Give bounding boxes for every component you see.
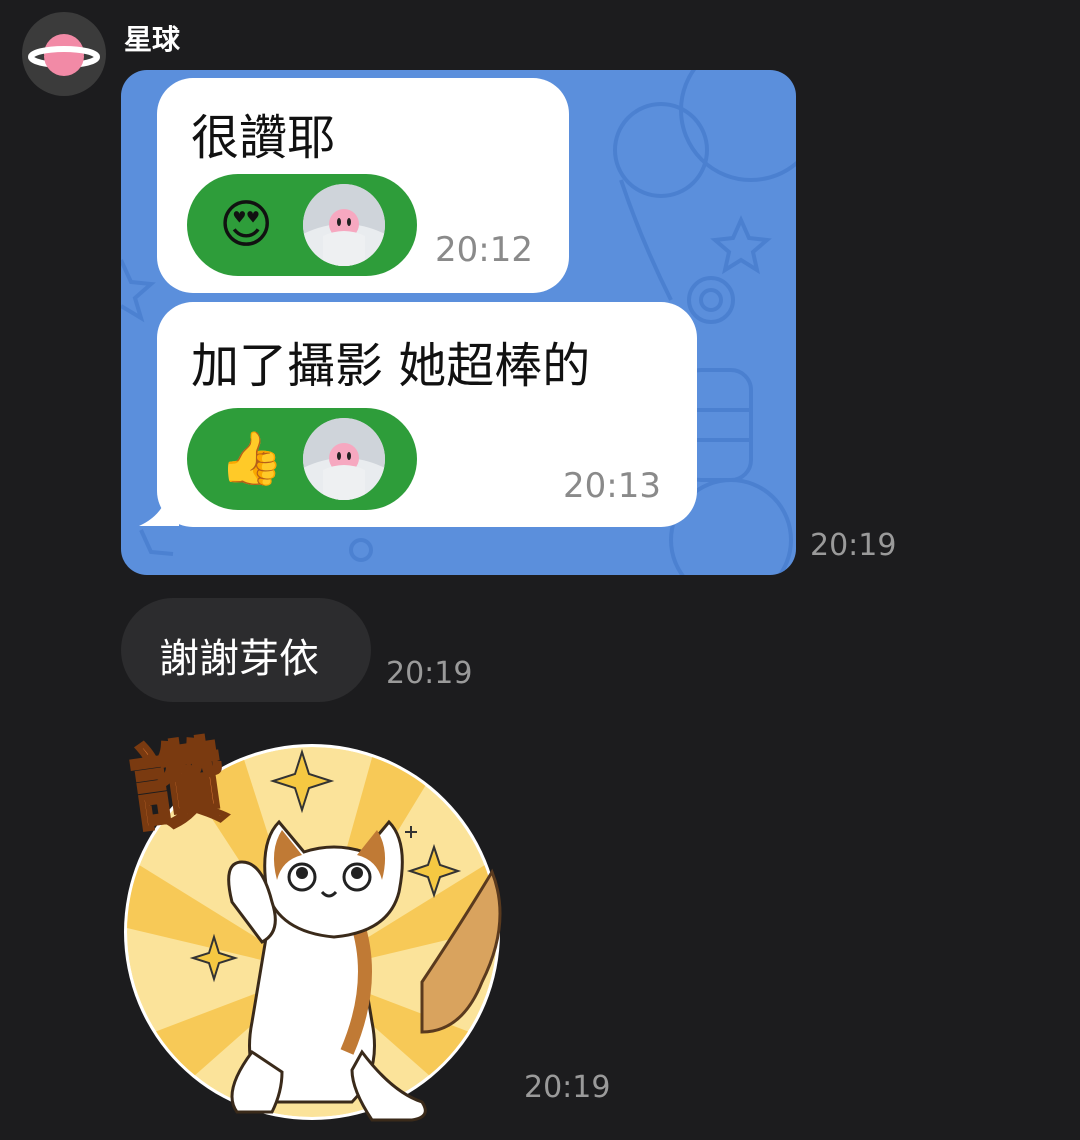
screenshot-message-text: 很讚耶 xyxy=(191,110,336,166)
screenshot-image[interactable]: 很讚耶 😍 20:12 加了攝影 她超棒的 👍 20:13 xyxy=(121,70,796,575)
screenshot-message-bubble: 加了攝影 她超棒的 👍 20:13 xyxy=(157,302,697,527)
sender-avatar[interactable] xyxy=(22,12,106,96)
message-time: 20:19 xyxy=(524,1070,611,1105)
reaction-pill: 👍 xyxy=(187,408,417,510)
screenshot-message-time: 20:13 xyxy=(563,466,661,506)
kirby-icon xyxy=(303,184,385,266)
sender-name[interactable]: 星球 xyxy=(124,18,180,58)
reaction-pill: 😍 xyxy=(187,174,417,276)
screenshot-message-text: 加了攝影 她超棒的 xyxy=(191,338,591,394)
incoming-message-bubble[interactable]: 謝謝芽依 xyxy=(121,598,371,702)
cat-sticker[interactable]: 讚 xyxy=(122,722,512,1122)
screenshot-message-time: 20:12 xyxy=(435,230,533,270)
screenshot-message-bubble: 很讚耶 😍 20:12 xyxy=(157,78,569,293)
planet-icon xyxy=(28,34,100,76)
heart-eyes-emoji: 😍 xyxy=(219,195,274,255)
kirby-avatar xyxy=(303,418,385,500)
message-time: 20:19 xyxy=(386,656,473,691)
message-time: 20:19 xyxy=(810,528,897,563)
sticker-text: 讚 xyxy=(126,727,232,846)
bubble-tail xyxy=(139,496,179,526)
kirby-avatar xyxy=(303,184,385,266)
message-text: 謝謝芽依 xyxy=(159,636,319,682)
kirby-icon xyxy=(303,418,385,500)
thumbs-up-emoji: 👍 xyxy=(219,429,284,489)
